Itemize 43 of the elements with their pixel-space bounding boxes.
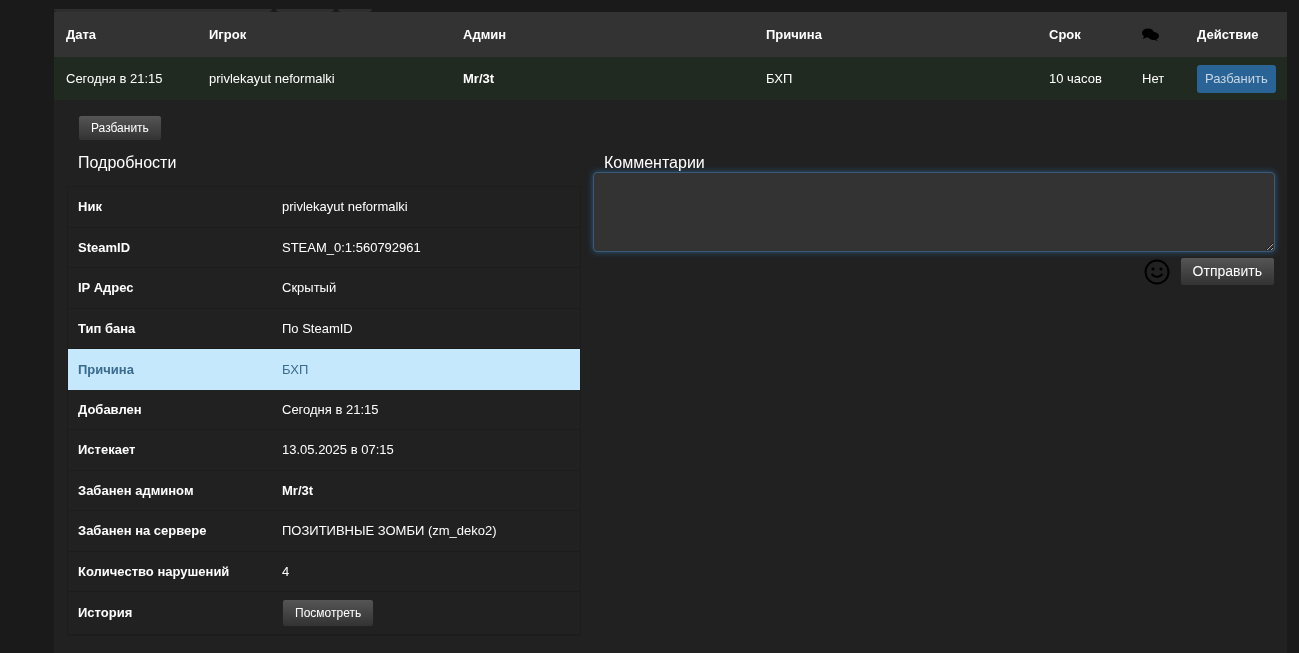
- table-cell-text: privlekayut neformalki: [209, 69, 335, 88]
- column-header: Админ: [463, 25, 507, 44]
- table-cell-text: Mr/3t: [463, 69, 495, 88]
- column-header: Дата: [66, 25, 97, 44]
- detail-value: ПОЗИТИВНЫЕ ЗОМБИ (zm_deko2): [282, 522, 497, 540]
- detail-value: 4: [282, 562, 290, 581]
- detail-label: История: [77, 604, 134, 623]
- smiley-icon[interactable]: [1143, 258, 1170, 285]
- detail-label: Ник: [77, 198, 103, 216]
- unban-button[interactable]: Разбанить: [1197, 64, 1276, 93]
- details-title: Подробности: [77, 153, 178, 173]
- detail-value: Скрытый: [282, 279, 337, 297]
- unban-button[interactable]: Разбанить: [78, 115, 162, 141]
- view-history-button[interactable]: Посмотреть: [282, 599, 375, 627]
- detail-value: 13.05.2025 в 07:15: [282, 441, 394, 459]
- detail-label: Истекает: [77, 441, 137, 459]
- send-button[interactable]: Отправить: [1179, 257, 1275, 286]
- comments-title: Комментарии: [603, 153, 706, 173]
- table-cell-text: Сегодня в 21:15: [66, 69, 163, 88]
- detail-value: privlekayut neformalki: [282, 198, 408, 216]
- table-cell-text: Нет: [1142, 69, 1165, 88]
- table-cell-text: БХП: [766, 69, 793, 88]
- chat-bubbles-icon: [1142, 27, 1159, 42]
- detail-label: Добавлен: [77, 400, 143, 419]
- detail-label: Тип бана: [77, 319, 137, 338]
- comment-field[interactable]: [593, 172, 1275, 252]
- detail-label: Забанен админом: [77, 481, 195, 500]
- column-header: Действие: [1197, 25, 1259, 44]
- detail-label: Количество нарушений: [77, 562, 231, 581]
- detail-label: Причина: [77, 360, 135, 379]
- detail-label: Забанен на сервере: [77, 522, 208, 540]
- column-header: Срок: [1049, 25, 1081, 44]
- ban-row[interactable]: Сегодня в 21:15 privlekayut neformalki Mr/3t БХП 10 часов Нет Разбанить: [54, 57, 1287, 100]
- table-cell-text: 10 часов: [1049, 69, 1102, 88]
- detail-label: SteamID: [77, 238, 132, 257]
- column-header: Причина: [766, 25, 822, 44]
- detail-value: Mr/3t: [282, 481, 314, 500]
- detail-value: Сегодня в 21:15: [282, 400, 379, 419]
- detail-value: БХП: [282, 360, 309, 379]
- detail-value: По SteamID: [282, 319, 353, 338]
- column-header: Игрок: [209, 25, 247, 44]
- detail-value: STEAM_0:1:560792961: [282, 238, 421, 257]
- detail-label: IP Адрес: [77, 279, 135, 297]
